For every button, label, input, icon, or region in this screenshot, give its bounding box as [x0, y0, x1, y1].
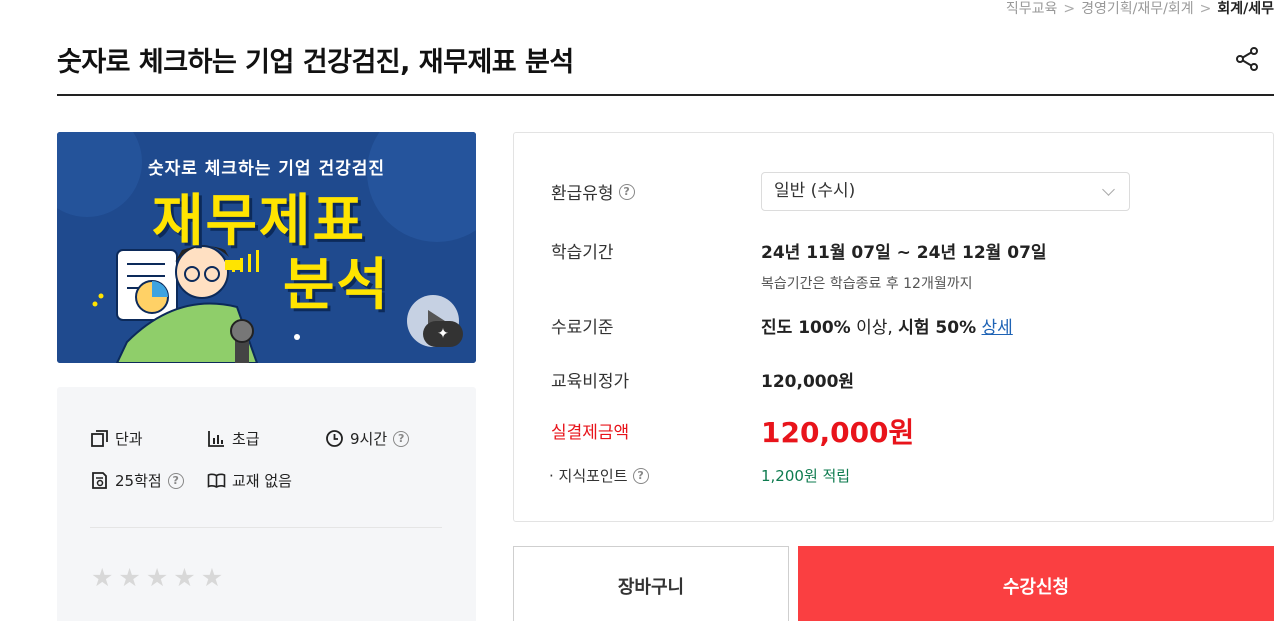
- star-icon[interactable]: ★: [201, 563, 223, 592]
- completion-above: 이상,: [856, 318, 893, 338]
- info-divider: [90, 527, 442, 528]
- share-icon[interactable]: [1234, 46, 1260, 72]
- breadcrumb-item-1[interactable]: 직무교육: [1006, 1, 1058, 17]
- info-type-label: 단과: [115, 430, 143, 448]
- period-note: 복습기간은 학습종료 후 12개월까지: [761, 276, 973, 292]
- copy-icon: [91, 430, 108, 447]
- period-value: 24년 11월 07일 ~ 24년 12월 07일: [761, 243, 1047, 263]
- help-icon[interactable]: ?: [393, 430, 410, 447]
- star-icon[interactable]: ★: [173, 563, 195, 592]
- title-divider: [57, 94, 1274, 96]
- help-icon[interactable]: ?: [618, 183, 635, 200]
- fee-value: 120,000원: [761, 372, 855, 392]
- certificate-icon: [92, 472, 107, 489]
- clock-icon: [326, 430, 343, 447]
- breadcrumb-separator: >: [1199, 1, 1212, 17]
- thumbnail-title-line2: 분석: [283, 253, 391, 318]
- completion-value: 진도 100% 이상, 시험 50% 상세: [761, 313, 1013, 338]
- cart-button[interactable]: 장바구니: [513, 546, 789, 621]
- info-type: 단과: [90, 428, 143, 449]
- points-value: 1,200원 적립: [761, 467, 851, 485]
- points-label: · 지식포인트: [549, 467, 628, 485]
- course-thumbnail[interactable]: 숫자로 체크하는 기업 건강검진 재무제표 분석 ✦: [57, 132, 476, 363]
- completion-label: 수료기준: [551, 318, 614, 338]
- info-credits-label: 25학점: [115, 472, 162, 490]
- pay-label: 실결제금액: [551, 423, 630, 443]
- info-textbook-label: 교재 없음: [232, 472, 292, 490]
- refund-type-row: 환급유형 ?: [551, 179, 635, 204]
- rating-stars: ★ ★ ★ ★ ★: [91, 563, 223, 592]
- purchase-detail-panel: 환급유형 ? 일반 (수시) 학습기간 24년 11월 07일 ~ 24년 12…: [513, 132, 1274, 522]
- completion-detail-link[interactable]: 상세: [982, 318, 1013, 338]
- apply-button[interactable]: 수강신청: [798, 546, 1274, 621]
- completion-progress: 진도 100%: [761, 318, 851, 338]
- period-label: 학습기간: [551, 243, 614, 263]
- help-icon[interactable]: ?: [632, 467, 649, 484]
- breadcrumb-item-2[interactable]: 경영기획/재무/회계: [1081, 1, 1193, 17]
- points-row: · 지식포인트 ?: [549, 465, 649, 486]
- course-info-box: 단과 초급 9시간 ? 25학점 ? 교재 없음 ★ ★ ★ ★ ★: [57, 387, 476, 621]
- completion-exam: 시험 50%: [898, 318, 977, 338]
- fee-label: 교육비정가: [551, 372, 630, 392]
- info-level: 초급: [207, 428, 260, 449]
- info-textbook: 교재 없음: [207, 470, 292, 491]
- info-hours: 9시간 ?: [325, 428, 410, 449]
- info-hours-label: 9시간: [350, 430, 388, 448]
- refund-type-select[interactable]: 일반 (수시): [761, 172, 1130, 211]
- bar-chart-icon: [208, 431, 224, 447]
- star-icon[interactable]: ★: [91, 563, 113, 592]
- breadcrumb-item-current[interactable]: 회계/세무: [1217, 1, 1274, 17]
- refund-type-label: 환급유형: [551, 184, 614, 204]
- breadcrumb-separator: >: [1063, 1, 1076, 17]
- book-icon: [207, 473, 226, 488]
- breadcrumb: 직무교육 > 경영기획/재무/회계 > 회계/세무: [1006, 0, 1274, 18]
- help-icon[interactable]: ?: [167, 472, 184, 489]
- info-credits: 25학점 ?: [90, 470, 184, 491]
- magic-wand-icon[interactable]: ✦: [423, 321, 463, 347]
- pay-value: 120,000원: [761, 416, 915, 449]
- info-level-label: 초급: [232, 430, 260, 448]
- star-icon[interactable]: ★: [118, 563, 140, 592]
- page-title: 숫자로 체크하는 기업 건강검진, 재무제표 분석: [57, 47, 574, 78]
- star-icon[interactable]: ★: [146, 563, 168, 592]
